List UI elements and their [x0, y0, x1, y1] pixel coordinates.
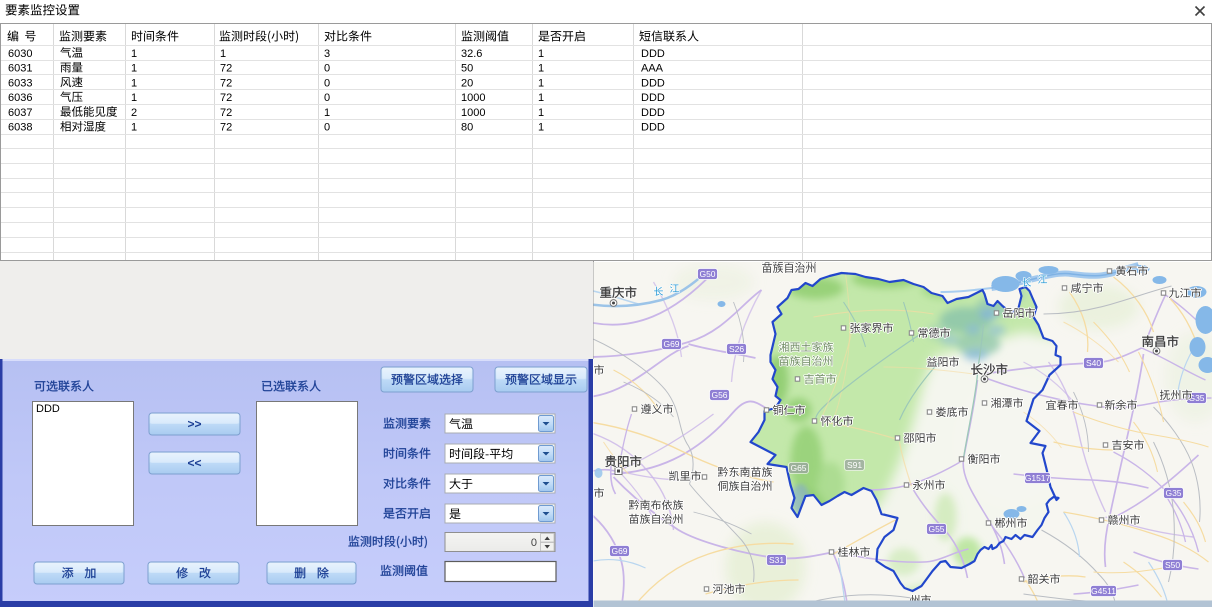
svg-text:G50: G50 [699, 269, 715, 279]
svg-text:DDD: DDD [641, 107, 665, 119]
svg-text:72: 72 [220, 77, 232, 89]
svg-text:1: 1 [538, 92, 544, 104]
svg-text:G4511: G4511 [1091, 586, 1116, 596]
svg-text:1: 1 [538, 63, 544, 75]
svg-text:6031: 6031 [8, 63, 32, 75]
svg-text:2: 2 [131, 107, 137, 119]
svg-text:G69: G69 [663, 339, 679, 349]
svg-text:6036: 6036 [8, 92, 32, 104]
svg-text:6037: 6037 [8, 107, 32, 119]
svg-text:72: 72 [220, 92, 232, 104]
svg-text:G35: G35 [1165, 488, 1181, 498]
svg-text:3: 3 [324, 48, 330, 60]
svg-text:S50: S50 [1165, 560, 1180, 570]
svg-text:S40: S40 [1086, 358, 1101, 368]
svg-text:S26: S26 [729, 344, 744, 354]
svg-text:G65: G65 [790, 463, 806, 473]
svg-text:0: 0 [324, 92, 330, 104]
svg-text:DDD: DDD [641, 77, 665, 89]
svg-text:G1517: G1517 [1025, 473, 1051, 483]
svg-text:DDD: DDD [36, 403, 60, 415]
svg-text:6033: 6033 [8, 77, 32, 89]
svg-text:1: 1 [131, 63, 137, 75]
svg-text:DDD: DDD [641, 48, 665, 60]
svg-text:G69: G69 [611, 546, 627, 556]
svg-text:1: 1 [220, 48, 226, 60]
svg-text:1: 1 [538, 77, 544, 89]
svg-text:0: 0 [324, 122, 330, 134]
svg-text:1000: 1000 [461, 92, 485, 104]
svg-text:1: 1 [538, 122, 544, 134]
svg-text:DDD: DDD [641, 122, 665, 134]
svg-text:72: 72 [220, 122, 232, 134]
svg-text:32.6: 32.6 [461, 48, 482, 60]
svg-text:72: 72 [220, 63, 232, 75]
svg-text:1: 1 [538, 48, 544, 60]
svg-text:>>: >> [187, 417, 201, 431]
svg-text:G55: G55 [928, 524, 944, 534]
svg-text:0: 0 [324, 63, 330, 75]
svg-text:S31: S31 [769, 555, 784, 565]
svg-text:50: 50 [461, 63, 473, 75]
svg-text:1: 1 [131, 122, 137, 134]
svg-text:72: 72 [220, 107, 232, 119]
svg-text:DDD: DDD [641, 92, 665, 104]
svg-text:AAA: AAA [641, 63, 664, 75]
svg-text:6038: 6038 [8, 122, 32, 134]
svg-text:20: 20 [461, 77, 473, 89]
svg-text:1: 1 [131, 77, 137, 89]
svg-text:0: 0 [324, 77, 330, 89]
svg-text:1: 1 [324, 107, 330, 119]
svg-text:0: 0 [531, 537, 537, 549]
svg-text:<<: << [187, 456, 201, 470]
svg-text:6030: 6030 [8, 48, 32, 60]
svg-text:80: 80 [461, 122, 473, 134]
svg-text:S91: S91 [847, 460, 862, 470]
svg-text:G56: G56 [711, 390, 727, 400]
svg-text:1: 1 [538, 107, 544, 119]
svg-text:1000: 1000 [461, 107, 485, 119]
svg-text:1: 1 [131, 48, 137, 60]
svg-text:1: 1 [131, 92, 137, 104]
